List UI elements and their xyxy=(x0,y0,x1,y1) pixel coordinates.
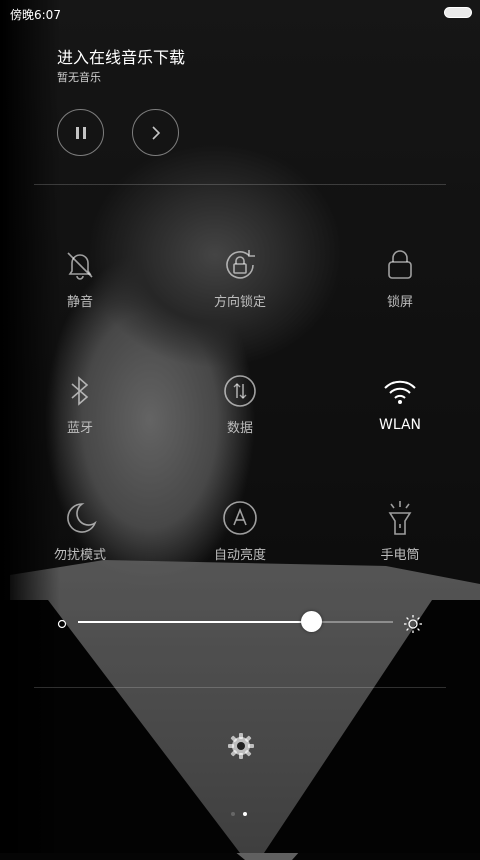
toggle-bell-muted[interactable]: 静音 xyxy=(30,245,130,325)
toggle-rotation-lock[interactable]: 方向锁定 xyxy=(190,245,290,325)
page-dot xyxy=(231,812,235,816)
next-button[interactable] xyxy=(132,109,179,156)
page-dot xyxy=(243,812,247,816)
pause-icon xyxy=(75,126,86,139)
toggle-label: 静音 xyxy=(66,295,93,310)
toggle-label: 锁屏 xyxy=(386,295,413,310)
toggle-flashlight[interactable]: 手电筒 xyxy=(350,498,450,578)
page-indicator xyxy=(231,812,247,816)
bluetooth-icon xyxy=(60,371,100,411)
toggle-mobile-data[interactable]: 数据 xyxy=(190,371,290,451)
wifi-icon xyxy=(380,371,420,411)
toggle-label: 蓝牙 xyxy=(66,421,93,436)
toggle-label: 方向锁定 xyxy=(213,295,266,310)
brightness-fill xyxy=(78,621,312,623)
battery-icon xyxy=(444,7,472,18)
music-subtitle: 暂无音乐 xyxy=(57,71,101,84)
moon-icon xyxy=(60,498,100,538)
toggle-auto-brightness[interactable]: 自动亮度 xyxy=(190,498,290,578)
divider-top xyxy=(34,184,446,185)
toggle-moon[interactable]: 勿扰模式 xyxy=(30,498,130,578)
toggle-lock[interactable]: 锁屏 xyxy=(350,245,450,325)
brightness-high-icon xyxy=(404,615,422,633)
brightness-slider-handle[interactable] xyxy=(301,611,323,632)
auto-brightness-icon xyxy=(220,498,260,538)
toggle-label: WLAN xyxy=(378,417,421,433)
music-title[interactable]: 进入在线音乐下载 xyxy=(57,44,185,68)
divider-bottom xyxy=(34,687,446,688)
brightness-slider[interactable] xyxy=(78,611,393,632)
chevron-right-icon xyxy=(151,125,160,140)
mobile-data-icon xyxy=(220,371,260,411)
pause-button[interactable] xyxy=(57,109,104,156)
brightness-low-icon xyxy=(57,619,67,629)
settings-gear-icon[interactable] xyxy=(227,732,255,760)
status-time: 傍晚6:07 xyxy=(10,8,61,22)
toggle-label: 手电筒 xyxy=(380,548,420,563)
rotation-lock-icon xyxy=(220,245,260,285)
lock-icon xyxy=(380,245,420,285)
toggle-wifi[interactable]: WLAN xyxy=(350,371,450,451)
toggle-label: 数据 xyxy=(226,421,253,436)
toggle-label: 勿扰模式 xyxy=(53,548,106,563)
flashlight-icon xyxy=(380,498,420,538)
bell-muted-icon xyxy=(60,245,100,285)
toggle-label: 自动亮度 xyxy=(213,548,266,563)
toggle-bluetooth[interactable]: 蓝牙 xyxy=(30,371,130,451)
